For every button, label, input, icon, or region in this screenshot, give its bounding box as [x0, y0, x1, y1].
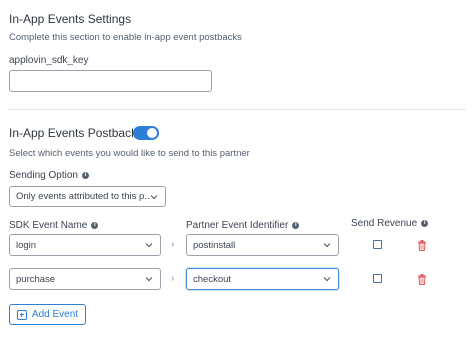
send-revenue-checkbox[interactable]: [373, 274, 382, 283]
info-icon[interactable]: i: [292, 222, 300, 229]
sdk-event-header: SDK Event Name i: [9, 220, 99, 231]
chevron-down-icon: [145, 277, 153, 282]
arrow-right-icon: ›: [171, 239, 175, 250]
chevron-down-icon: [150, 194, 158, 199]
arrow-right-icon: ›: [171, 273, 175, 284]
postback-description: Select which events you would like to se…: [9, 148, 250, 159]
postback-title-text: In-App Events Postback: [9, 126, 138, 140]
sdk-key-input[interactable]: [9, 70, 212, 92]
sdk-event-select[interactable]: login: [9, 234, 161, 256]
chevron-down-icon: [145, 243, 153, 248]
add-event-label: Add Event: [31, 309, 79, 320]
send-revenue-header: Send Revenue i: [351, 218, 429, 229]
info-icon[interactable]: i: [91, 222, 99, 229]
sending-option-value: Only events attributed to this p...: [16, 191, 149, 202]
sending-option-label-text: Sending Option: [9, 170, 78, 181]
partner-event-value: checkout: [193, 273, 232, 285]
add-event-button[interactable]: Add Event: [9, 304, 86, 325]
partner-event-header: Partner Event Identifier i: [186, 220, 300, 231]
sdk-key-label: applovin_sdk_key: [9, 55, 89, 66]
toggle-knob: [147, 128, 157, 138]
info-icon[interactable]: i: [81, 172, 89, 179]
sdk-event-select[interactable]: purchase: [9, 268, 161, 290]
trash-icon[interactable]: [417, 240, 427, 251]
sending-option-label: Sending Option i: [9, 170, 89, 181]
info-icon[interactable]: i: [421, 220, 429, 227]
chevron-down-icon: [323, 243, 331, 248]
sdk-event-value: purchase: [16, 273, 56, 285]
settings-description: Complete this section to enable in-app e…: [9, 32, 242, 43]
trash-icon[interactable]: [417, 274, 427, 285]
send-revenue-checkbox[interactable]: [373, 240, 382, 249]
section-divider: [8, 109, 466, 110]
partner-event-select[interactable]: checkout: [186, 268, 339, 290]
send-revenue-header-text: Send Revenue: [351, 218, 418, 229]
sending-option-select[interactable]: Only events attributed to this p...: [9, 186, 166, 207]
sdk-event-value: login: [16, 239, 37, 251]
plus-icon: [16, 309, 27, 320]
partner-event-value: postinstall: [193, 239, 236, 251]
partner-event-select[interactable]: postinstall: [186, 234, 339, 256]
postback-title: In-App Events Postbacki: [9, 126, 149, 140]
sdk-event-header-text: SDK Event Name: [9, 220, 88, 231]
chevron-down-icon: [323, 277, 331, 282]
postback-toggle[interactable]: [133, 126, 159, 140]
partner-event-header-text: Partner Event Identifier: [186, 220, 289, 231]
settings-title: In-App Events Settings: [9, 12, 132, 26]
